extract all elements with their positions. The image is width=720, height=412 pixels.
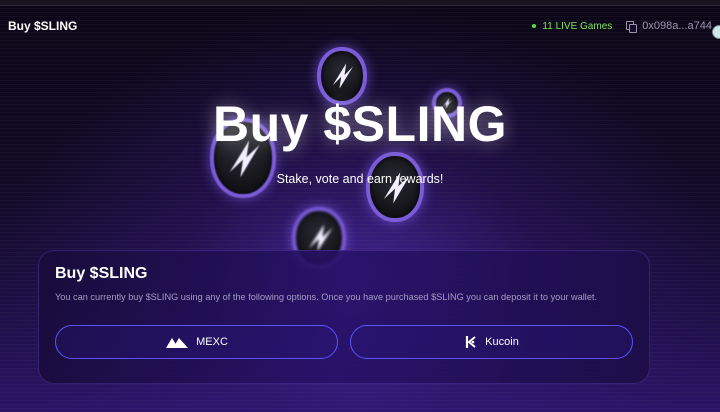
wallet-address-text: 0x098a...a744: [642, 20, 712, 32]
top-bar: Buy $SLING 11 LIVE Games 0x098a...a744: [0, 6, 720, 46]
mexc-logo-icon: [165, 335, 189, 349]
kucoin-button[interactable]: Kucoin: [350, 325, 633, 359]
mexc-label: MEXC: [196, 336, 228, 348]
buy-options: MEXC Kucoin: [55, 325, 633, 359]
hero-subtitle: Stake, vote and earn rewards!: [276, 172, 444, 186]
buy-options-card: Buy $SLING You can currently buy $SLING …: [38, 250, 650, 384]
live-games-label: 11 LIVE Games: [542, 20, 613, 32]
card-title: Buy $SLING: [55, 265, 148, 282]
hero-title: Buy $SLING: [213, 96, 507, 152]
live-dot-icon: [532, 24, 537, 28]
copy-icon[interactable]: [626, 21, 638, 33]
kucoin-logo-icon: [464, 335, 478, 349]
sling-coin-icon: [366, 152, 424, 222]
kucoin-label: Kucoin: [485, 336, 519, 348]
wallet-address[interactable]: 0x098a...a744: [626, 20, 712, 33]
live-games-indicator[interactable]: 11 LIVE Games: [532, 21, 612, 32]
top-bar-right: 11 LIVE Games 0x098a...a744: [532, 20, 712, 33]
avatar[interactable]: [712, 25, 720, 39]
card-description: You can currently buy $SLING using any o…: [55, 292, 598, 302]
mexc-button[interactable]: MEXC: [55, 325, 338, 359]
page-brand-title[interactable]: Buy $SLING: [8, 19, 77, 33]
